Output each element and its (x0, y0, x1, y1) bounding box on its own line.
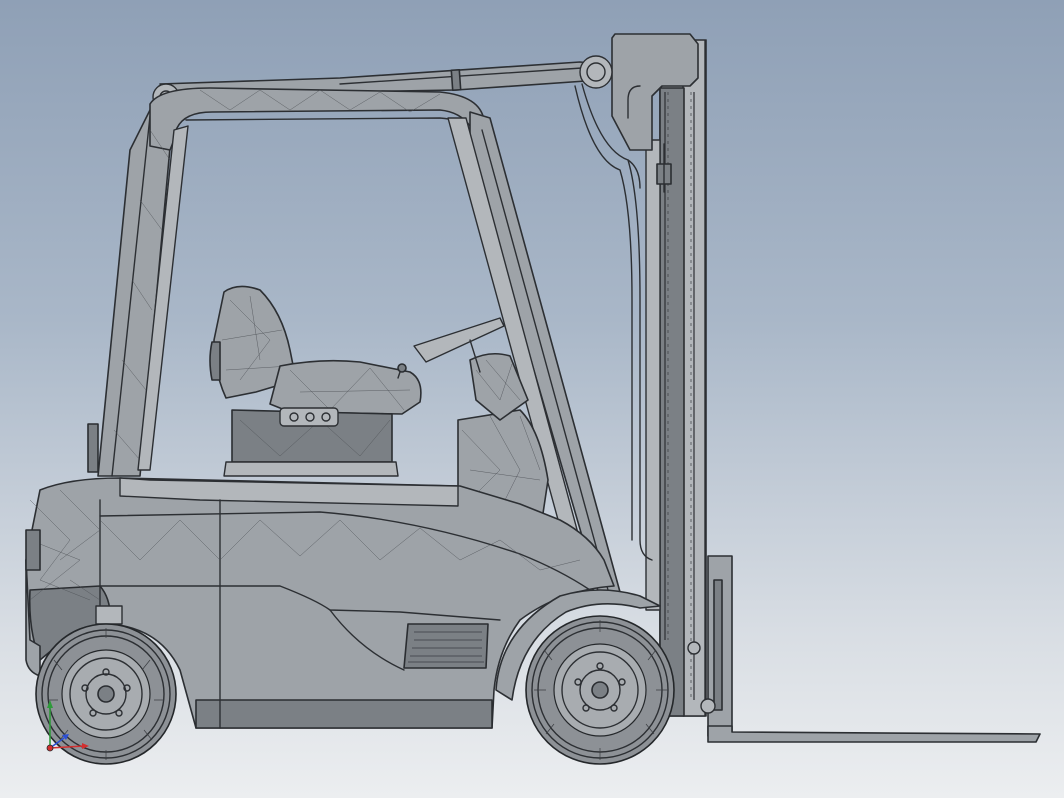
cad-viewport[interactable] (0, 0, 1064, 798)
mast-assembly[interactable] (611, 33, 1041, 743)
vent-grille-icon (403, 623, 489, 669)
operator-seat[interactable] (209, 285, 422, 477)
forklift-wireframe-model[interactable] (0, 0, 1064, 798)
fork-tine[interactable] (707, 725, 1041, 743)
front-wheel[interactable] (525, 615, 675, 765)
